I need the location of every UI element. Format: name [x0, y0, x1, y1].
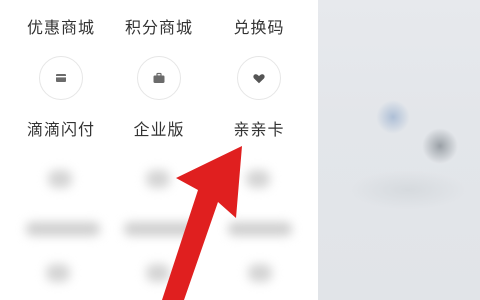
menu-item-label: 兑换码 — [233, 18, 285, 37]
menu-item-label: 滴滴闪付 — [26, 120, 95, 139]
blurred-icon — [146, 170, 170, 188]
menu-item-discount-mall[interactable]: 优惠商城 — [6, 18, 116, 38]
heart-icon — [237, 56, 281, 100]
menu-item-didi-pay-label-cell[interactable]: 滴滴闪付 — [6, 120, 116, 140]
menu-item-label: 优惠商城 — [26, 18, 95, 37]
blurred-shape — [376, 100, 410, 134]
blurred-shape — [422, 128, 458, 164]
card-icon — [39, 56, 83, 100]
menu-item-redeem-code[interactable]: 兑换码 — [204, 18, 314, 38]
briefcase-icon — [137, 56, 181, 100]
blurred-icon — [46, 264, 70, 282]
services-panel: 优惠商城 积分商城 兑换码 滴滴闪付 企业版 亲亲卡 — [0, 0, 318, 300]
menu-item-label: 企业版 — [133, 120, 185, 139]
blurred-label — [228, 222, 292, 236]
menu-item-label: 亲亲卡 — [233, 120, 285, 139]
menu-item-didi-pay[interactable] — [6, 56, 116, 100]
menu-item-enterprise[interactable] — [104, 56, 214, 100]
blurred-icon — [248, 264, 272, 282]
menu-item-points-mall[interactable]: 积分商城 — [104, 18, 214, 38]
blurred-icon — [246, 170, 270, 188]
blurred-label — [124, 222, 196, 236]
blurred-label — [26, 222, 100, 236]
menu-item-family-card[interactable] — [204, 56, 314, 100]
menu-item-label: 积分商城 — [124, 18, 193, 37]
blurred-icon — [48, 170, 72, 188]
menu-item-family-card-label-cell[interactable]: 亲亲卡 — [204, 120, 314, 140]
blurred-icon — [146, 264, 170, 282]
dimmed-overlay — [318, 0, 480, 300]
blurred-shape — [348, 170, 468, 210]
menu-item-enterprise-label-cell[interactable]: 企业版 — [104, 120, 214, 140]
